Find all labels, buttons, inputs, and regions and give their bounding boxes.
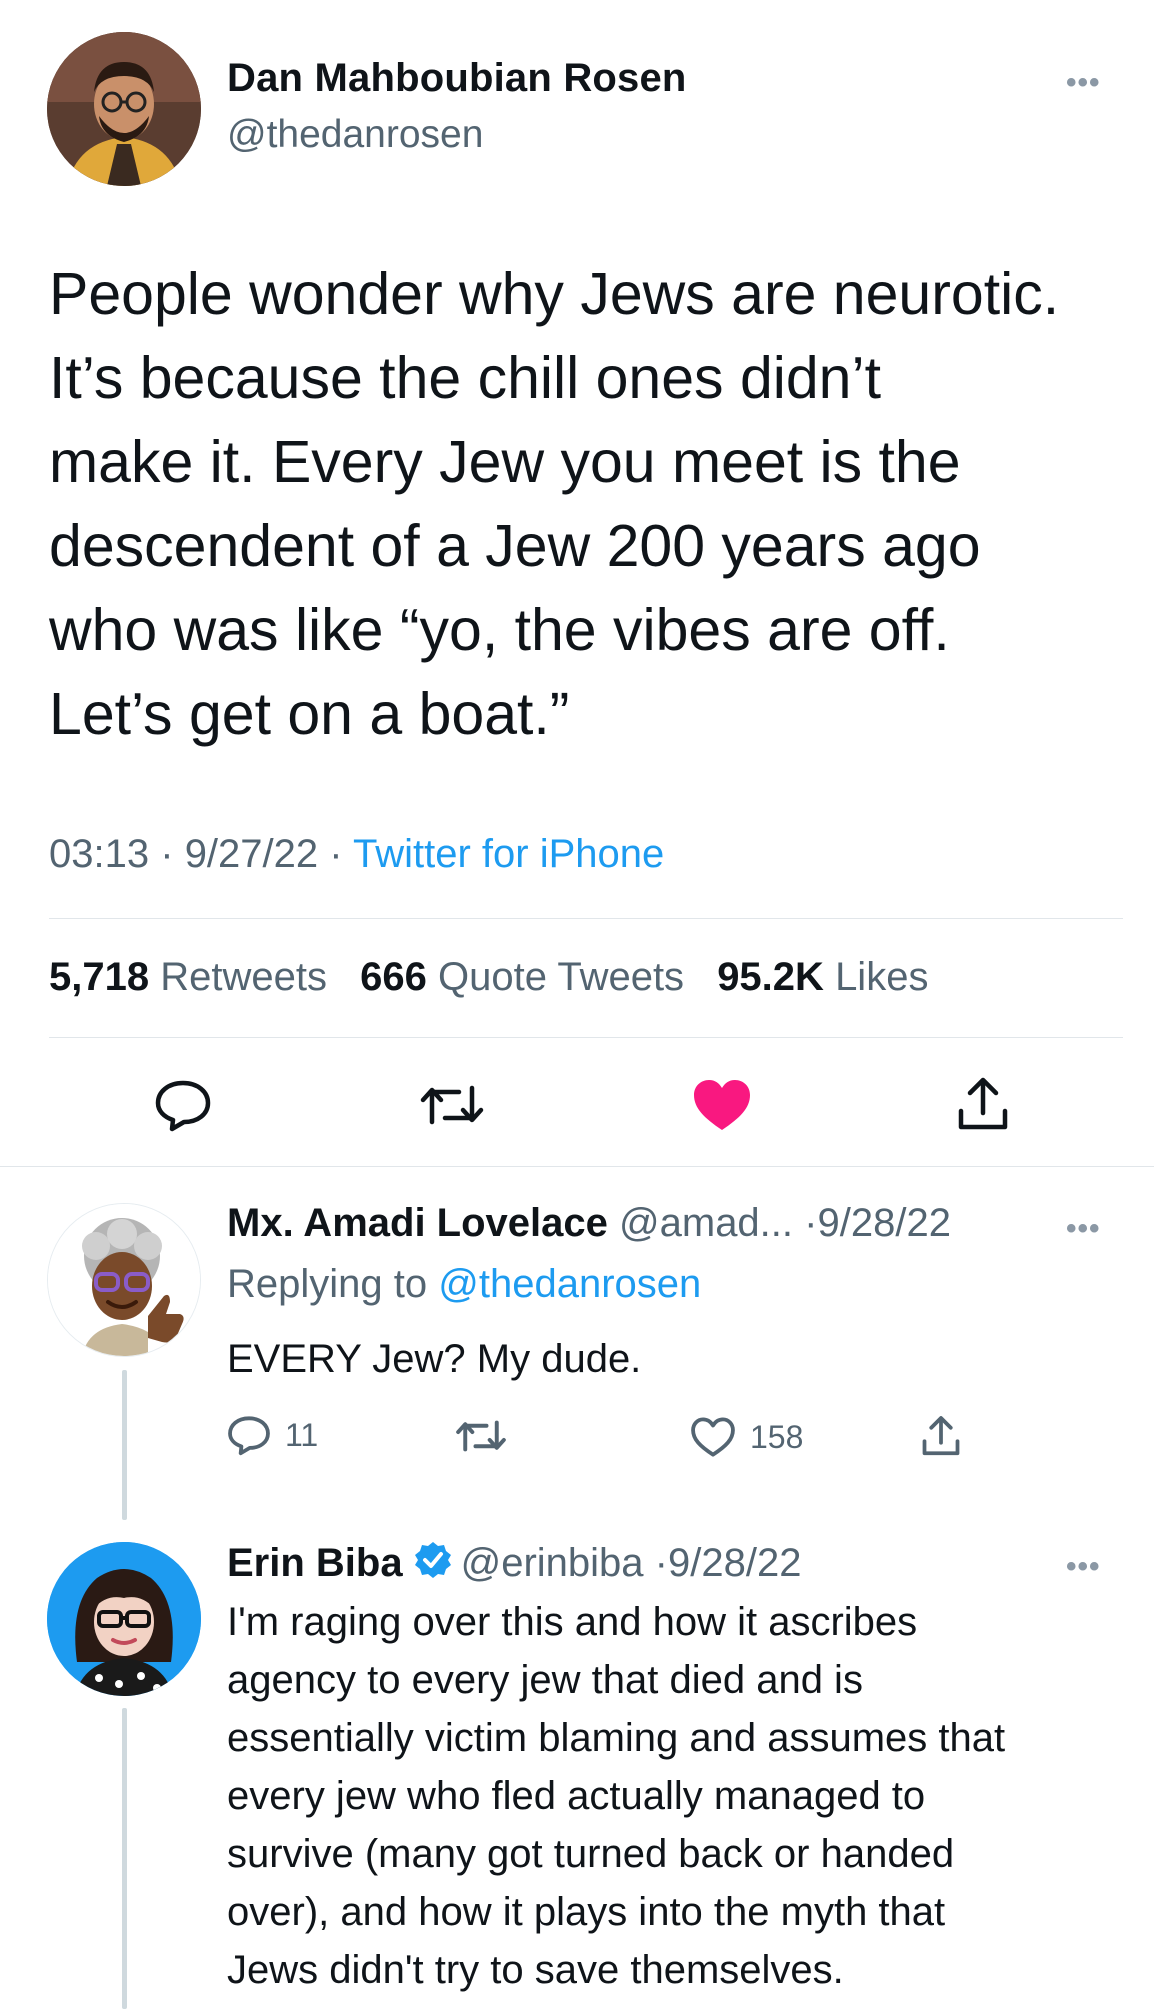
reply-text-line: agency to every jew that died and is bbox=[227, 1658, 863, 1702]
author-avatar[interactable] bbox=[47, 32, 201, 186]
replying-to-link[interactable]: @thedanrosen bbox=[438, 1262, 701, 1306]
reply-text-line: EVERY Jew? My dude. bbox=[227, 1337, 642, 1381]
tweet-text-line: People wonder why Jews are neurotic. bbox=[49, 261, 1060, 327]
reply-header: Mx. Amadi Lovelace @amad... ·9/28/22 bbox=[227, 1201, 951, 1246]
quote-tweets-stat[interactable]: 666 Quote Tweets bbox=[360, 955, 684, 999]
tweet-text-line: It’s because the chill ones didn’t bbox=[49, 345, 881, 411]
tweet-text-line: descendent of a Jew 200 years ago bbox=[49, 513, 981, 579]
more-options-icon[interactable]: ••• bbox=[1066, 66, 1101, 100]
retweet-button[interactable] bbox=[412, 1075, 492, 1135]
share-button[interactable] bbox=[920, 1414, 962, 1458]
reply-date[interactable]: 9/28/22 bbox=[817, 1201, 950, 1245]
tweet-text: People wonder why Jews are neurotic. It’… bbox=[49, 252, 1139, 756]
tweet-text-line: make it. Every Jew you meet is the bbox=[49, 429, 961, 495]
likes-stat[interactable]: 95.2K Likes bbox=[717, 955, 928, 999]
meta-separator: · bbox=[160, 832, 174, 876]
more-options-icon[interactable]: ••• bbox=[1066, 1550, 1101, 1584]
retweet-icon bbox=[420, 1085, 484, 1125]
meta-separator: · bbox=[329, 832, 343, 876]
reply-text: I'm raging over this and how it ascribes… bbox=[227, 1593, 1127, 1999]
retweet-button[interactable] bbox=[455, 1416, 507, 1456]
reply-author-handle[interactable]: @amad... bbox=[619, 1201, 793, 1245]
reply-text-line: I'm raging over this and how it ascribes bbox=[227, 1600, 918, 1644]
tweet-date[interactable]: 9/27/22 bbox=[185, 832, 318, 876]
reply-icon bbox=[155, 1080, 211, 1132]
share-icon bbox=[958, 1077, 1008, 1130]
reply-author-handle[interactable]: @erinbiba bbox=[461, 1541, 644, 1585]
tweet-text-line: who was like “yo, the vibes are off. bbox=[49, 597, 950, 663]
tweet-thread: Dan Mahboubian Rosen @thedanrosen ••• Pe… bbox=[0, 0, 1154, 2009]
author-name[interactable]: Dan Mahboubian Rosen bbox=[227, 56, 687, 101]
reply-count: 11 bbox=[285, 1416, 319, 1453]
divider bbox=[0, 1166, 1154, 1167]
replying-prefix: Replying to bbox=[227, 1262, 428, 1306]
tweet-time[interactable]: 03:13 bbox=[49, 832, 149, 876]
like-count: 158 bbox=[750, 1418, 804, 1455]
tweet-source-link[interactable]: Twitter for iPhone bbox=[353, 832, 664, 876]
reply-text-line: survive (many got turned back or handed bbox=[227, 1832, 955, 1876]
author-handle[interactable]: @thedanrosen bbox=[227, 113, 483, 157]
tweet-text-line: Let’s get on a boat.” bbox=[49, 681, 570, 747]
reply-avatar[interactable] bbox=[47, 1542, 201, 1696]
reply-header: Erin Biba @erinbiba ·9/28/22 bbox=[227, 1540, 801, 1590]
reply-text-line: every jew who fled actually managed to bbox=[227, 1774, 926, 1818]
heart-outline-icon bbox=[691, 1417, 735, 1457]
thread-connector bbox=[122, 1708, 127, 2009]
like-button[interactable] bbox=[682, 1073, 762, 1137]
reply-text-line: over), and how it plays into the myth th… bbox=[227, 1890, 946, 1934]
share-button[interactable] bbox=[948, 1072, 1018, 1136]
retweets-stat[interactable]: 5,718 Retweets bbox=[49, 955, 327, 999]
reply-date[interactable]: 9/28/22 bbox=[668, 1541, 801, 1585]
meta-separator: · bbox=[804, 1201, 818, 1245]
reply-button[interactable]: 11 bbox=[227, 1414, 318, 1456]
tweet-stats: 5,718 Retweets 666 Quote Tweets 95.2K Li… bbox=[49, 955, 928, 1000]
retweet-icon bbox=[456, 1420, 506, 1452]
reply-button[interactable] bbox=[148, 1075, 218, 1135]
share-icon bbox=[922, 1416, 960, 1456]
divider bbox=[49, 1037, 1123, 1038]
verified-badge-icon bbox=[413, 1540, 453, 1590]
divider bbox=[49, 918, 1123, 919]
thread-connector bbox=[122, 1370, 127, 1520]
reply-avatar[interactable] bbox=[47, 1203, 201, 1357]
replying-to: Replying to @thedanrosen bbox=[227, 1262, 701, 1307]
more-options-icon[interactable]: ••• bbox=[1066, 1212, 1101, 1246]
reply-text-line: essentially victim blaming and assumes t… bbox=[227, 1716, 1006, 1760]
reply-text-line: Jews didn't try to save themselves. bbox=[227, 1948, 844, 1992]
meta-separator: · bbox=[654, 1541, 668, 1585]
reply-icon bbox=[228, 1416, 270, 1456]
reply-text: EVERY Jew? My dude. bbox=[227, 1330, 1127, 1388]
reply-author-name[interactable]: Erin Biba bbox=[227, 1541, 403, 1585]
tweet-timestamp: 03:13 · 9/27/22 · Twitter for iPhone bbox=[49, 832, 664, 877]
heart-filled-icon bbox=[694, 1080, 750, 1130]
reply-author-name[interactable]: Mx. Amadi Lovelace bbox=[227, 1201, 608, 1245]
like-button[interactable]: 158 bbox=[690, 1416, 803, 1458]
